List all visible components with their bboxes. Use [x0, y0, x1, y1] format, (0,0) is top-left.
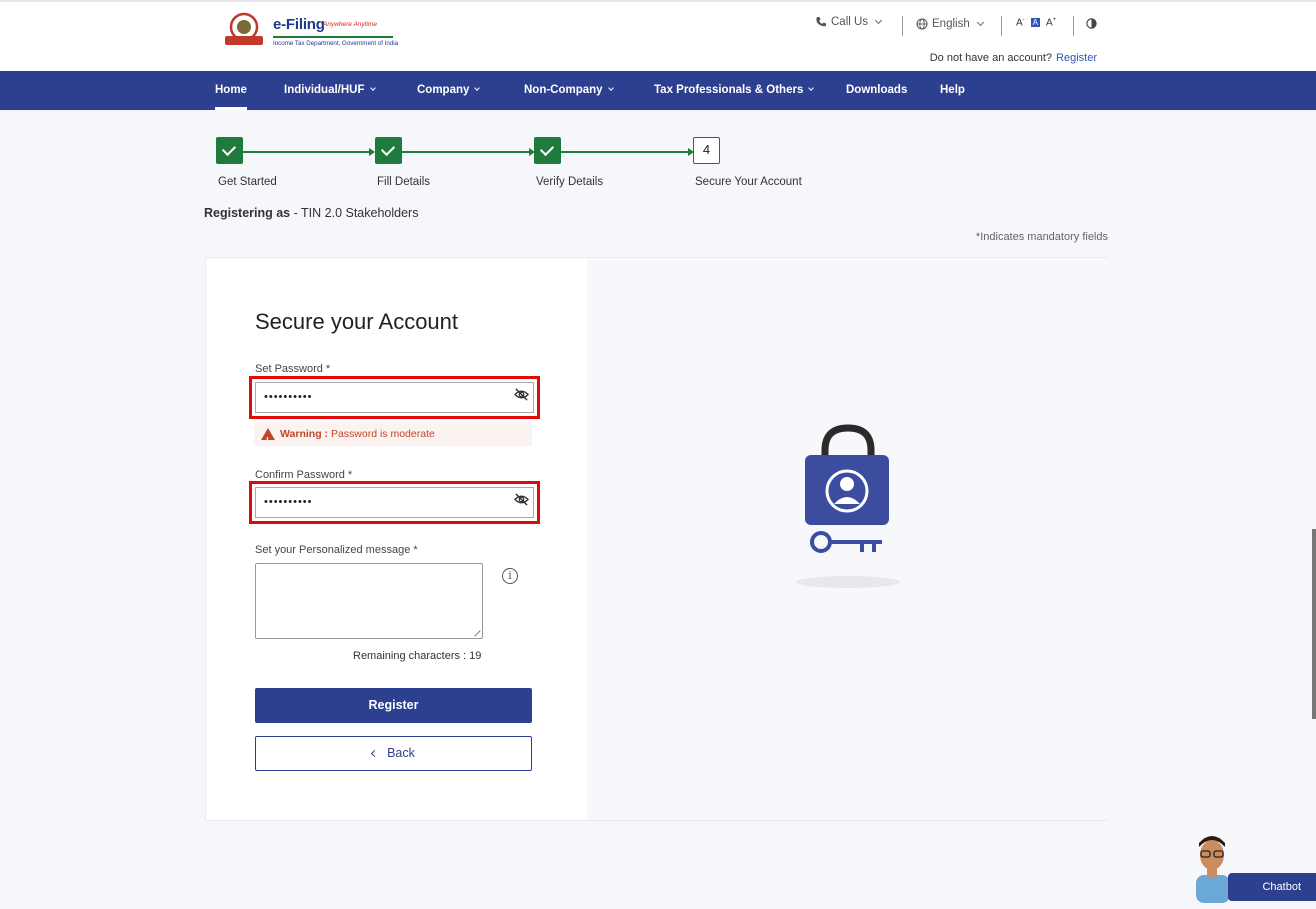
step-label-secure-account: Secure Your Account — [695, 176, 802, 188]
personalized-message-textarea[interactable] — [255, 563, 483, 639]
confirm-password-highlight: •••••••••• — [249, 481, 540, 524]
info-icon[interactable]: i — [502, 568, 518, 584]
nav-non-company[interactable]: Non-Company — [524, 71, 614, 110]
top-header: e-Filing Anywhere Anytime Income Tax Dep… — [0, 0, 1316, 71]
nav-company[interactable]: Company — [417, 71, 481, 110]
chevron-down-icon — [808, 85, 815, 91]
register-button[interactable]: Register — [255, 688, 532, 723]
nav-home[interactable]: Home — [215, 71, 247, 110]
chevron-left-icon — [371, 749, 379, 758]
nav-individual-huf[interactable]: Individual/HUF — [284, 71, 376, 110]
language-selector[interactable]: English — [916, 18, 984, 30]
remaining-characters: Remaining characters : 19 — [353, 650, 482, 662]
chevron-down-icon — [875, 16, 883, 25]
warning-icon — [261, 428, 275, 453]
brand-name: e-Filing — [273, 16, 325, 33]
divider — [1001, 16, 1002, 36]
globe-icon — [916, 18, 928, 30]
font-default-button[interactable]: A — [1030, 18, 1041, 28]
step-3-check-icon — [534, 137, 561, 164]
call-us-label: Call Us — [831, 16, 869, 28]
brand-tagline: Anywhere Anytime — [323, 21, 377, 28]
resize-handle-icon[interactable] — [469, 625, 481, 637]
nav-downloads[interactable]: Downloads — [846, 71, 907, 110]
main-navigation: Home Individual/HUF Company Non-Company … — [0, 71, 1316, 110]
registering-as: Registering as - TIN 2.0 Stakeholders — [204, 206, 419, 220]
lock-key-illustration — [796, 424, 900, 588]
divider — [1073, 16, 1074, 36]
eye-off-icon[interactable] — [514, 492, 529, 507]
efiling-logo[interactable]: e-Filing Anywhere Anytime Income Tax Dep… — [221, 12, 401, 52]
header-register-link[interactable]: Register — [1056, 52, 1097, 64]
logo-underline — [273, 36, 393, 38]
mandatory-note: *Indicates mandatory fields — [975, 231, 1108, 243]
step-connector — [561, 148, 694, 156]
phone-icon — [816, 17, 826, 27]
contrast-icon[interactable] — [1086, 18, 1097, 29]
confirm-password-input[interactable]: •••••••••• — [255, 487, 534, 518]
font-size-controls: A- A A+ — [1016, 17, 1056, 28]
password-highlight: •••••••••• — [249, 376, 540, 419]
step-label-verify-details: Verify Details — [536, 176, 604, 188]
nav-tax-professionals[interactable]: Tax Professionals & Others — [654, 71, 815, 110]
font-decrease-button[interactable]: A- — [1016, 17, 1025, 28]
nav-help[interactable]: Help — [940, 71, 965, 110]
step-1-check-icon — [216, 137, 243, 164]
account-prompt: Do not have an account? Register — [929, 52, 1097, 64]
language-label: English — [932, 18, 970, 30]
password-strength-warning: Warning : Password is moderate — [254, 422, 532, 453]
eye-off-icon[interactable] — [514, 387, 529, 402]
personalized-message-label: Set your Personalized message * — [255, 544, 418, 556]
confirm-password-label: Confirm Password * — [255, 469, 353, 481]
emblem-icon — [225, 12, 263, 45]
divider — [902, 16, 903, 36]
form-title: Secure your Account — [255, 309, 459, 334]
step-4-number: 4 — [693, 137, 720, 164]
department-name: Income Tax Department, Government of Ind… — [273, 40, 399, 47]
step-label-fill-details: Fill Details — [377, 176, 431, 188]
step-connector — [243, 148, 375, 156]
password-label: Set Password * — [255, 363, 331, 375]
chevron-down-icon — [474, 85, 481, 91]
chatbot-label: Chatbot — [1228, 873, 1316, 901]
chevron-down-icon — [369, 85, 376, 91]
font-increase-button[interactable]: A+ — [1046, 17, 1056, 28]
scrollbar-thumb[interactable] — [1312, 529, 1316, 719]
password-input[interactable]: •••••••••• — [255, 382, 534, 413]
chevron-down-icon — [976, 18, 984, 27]
back-button[interactable]: Back — [255, 736, 532, 771]
chatbot-widget[interactable]: Chatbot — [1188, 835, 1316, 903]
step-2-check-icon — [375, 137, 402, 164]
step-label-get-started: Get Started — [218, 176, 277, 188]
step-connector — [402, 148, 535, 156]
call-us-menu[interactable]: Call Us — [815, 16, 883, 28]
chevron-down-icon — [607, 85, 614, 91]
